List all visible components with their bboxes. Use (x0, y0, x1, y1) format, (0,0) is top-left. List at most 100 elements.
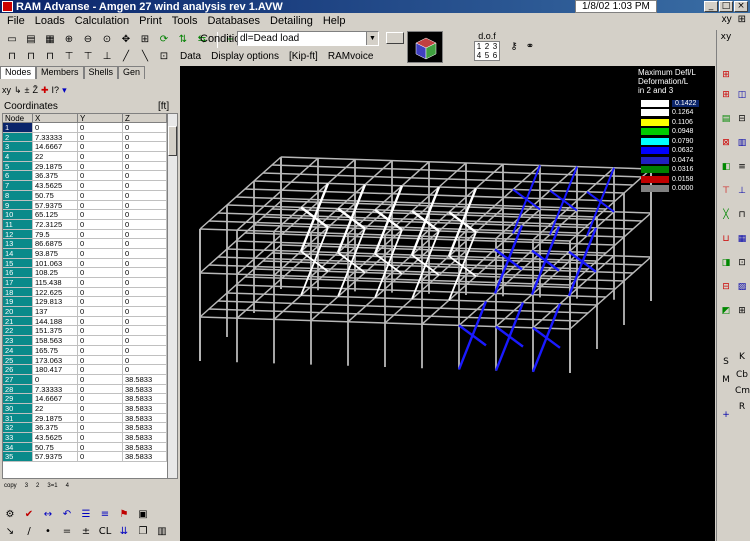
cell-y[interactable]: 0 (78, 326, 123, 336)
cell-node[interactable]: 16 (3, 268, 33, 277)
cell-z[interactable]: 0 (123, 190, 167, 200)
condition-select[interactable]: dl=Dead load ▼ (237, 31, 379, 46)
beam[interactable] (532, 211, 615, 285)
frame-5-icon[interactable]: ⊤ (80, 49, 96, 65)
units-selector[interactable]: [Kip-ft] (289, 51, 318, 62)
cell-y[interactable]: 0 (78, 413, 123, 423)
cell-z[interactable]: 0 (123, 229, 167, 239)
cell-y[interactable]: 0 (78, 365, 123, 374)
cell-y[interactable]: 0 (78, 200, 123, 210)
grid-view-button[interactable]: ⊞ (738, 14, 746, 25)
zoom-in-icon[interactable]: ⊕ (61, 32, 77, 48)
copy-tool[interactable]: copy (4, 483, 17, 499)
table-row[interactable]: 19 129.813 0 0 (3, 297, 177, 308)
plus-minus-icon[interactable]: ± (25, 85, 30, 95)
toolbar-tool-icon[interactable]: ⊤ (719, 186, 733, 196)
member-2-icon[interactable]: ╲ (137, 49, 153, 65)
cell-x[interactable]: 0 (33, 374, 78, 384)
cell-node[interactable]: 18 (3, 287, 33, 297)
menu-detailing[interactable]: Detailing (265, 15, 318, 27)
toolbar-tool-icon[interactable]: ◫ (735, 90, 749, 100)
cell-y[interactable]: 0 (78, 287, 123, 297)
rotate-icon[interactable]: ⟳ (156, 32, 172, 48)
cell-x[interactable]: 14.6667 (33, 394, 78, 403)
cell-x[interactable]: 122.625 (33, 287, 78, 297)
menu-databases[interactable]: Databases (202, 15, 265, 27)
arrow-icon[interactable]: ↳ (14, 85, 22, 96)
cell-y[interactable]: 0 (78, 307, 123, 316)
cell-z[interactable]: 0 (123, 278, 167, 287)
dof-6[interactable]: 6 (491, 51, 499, 60)
cell-z[interactable]: 0 (123, 132, 167, 142)
cell-z[interactable]: 38.5833 (123, 374, 167, 384)
cell-z[interactable]: 0 (123, 297, 167, 307)
cell-x[interactable]: 165.75 (33, 345, 78, 355)
cell-x[interactable]: 29.1875 (33, 413, 78, 423)
list-icon[interactable]: ☰ (78, 506, 94, 522)
frame-3-icon[interactable]: ⊓ (42, 49, 58, 65)
view-cube[interactable] (407, 31, 443, 63)
brace[interactable] (458, 324, 487, 347)
xy-icon[interactable]: xy (719, 32, 733, 42)
cb-icon[interactable]: Cb (735, 370, 749, 380)
table-row[interactable]: 2 7.33333 0 0 (3, 132, 177, 143)
cell-y[interactable]: 0 (78, 268, 123, 277)
cell-node[interactable]: 13 (3, 239, 33, 248)
cell-x[interactable]: 151.375 (33, 326, 78, 336)
cell-x[interactable]: 29.1875 (33, 161, 78, 171)
grid-icon[interactable]: ⊞ (719, 70, 733, 80)
tool-3[interactable]: 3 (25, 483, 28, 499)
menu-file[interactable]: File (2, 15, 30, 27)
table-row[interactable]: 8 50.75 0 0 (3, 190, 177, 201)
condition-button[interactable] (386, 32, 404, 44)
r-icon[interactable]: R (735, 402, 749, 412)
beam[interactable] (199, 156, 282, 230)
cell-node[interactable]: 27 (3, 374, 33, 384)
dropdown-icon[interactable]: ▾ (62, 85, 67, 96)
lock-icon[interactable]: ⚷ (506, 38, 522, 54)
open-file-icon[interactable]: ▤ (23, 32, 39, 48)
divide-icon[interactable]: / (21, 523, 37, 539)
brace[interactable] (495, 325, 524, 348)
zoom-out-icon[interactable]: ⊖ (80, 32, 96, 48)
cell-z[interactable]: 0 (123, 355, 167, 365)
toolbar-tool-icon[interactable]: ⊞ (735, 306, 749, 316)
cell-z[interactable]: 0 (123, 161, 167, 171)
dof-5[interactable]: 5 (483, 51, 491, 60)
cell-y[interactable]: 0 (78, 239, 123, 248)
cell-x[interactable]: 108.25 (33, 268, 78, 277)
down-icon[interactable]: ⇊ (116, 523, 132, 539)
cell-z[interactable]: 0 (123, 287, 167, 297)
tab-nodes[interactable]: Nodes (0, 66, 37, 79)
cell-y[interactable]: 0 (78, 452, 123, 462)
cell-z[interactable]: 0 (123, 248, 167, 258)
cell-node[interactable]: 34 (3, 442, 33, 452)
toolbar-tool-icon[interactable]: ⊔ (719, 234, 733, 244)
cell-z[interactable]: 0 (123, 152, 167, 161)
z-icon[interactable]: Ž (33, 85, 39, 95)
dof-2[interactable]: 2 (483, 42, 491, 51)
cell-y[interactable]: 0 (78, 219, 123, 229)
col-x[interactable]: X (33, 114, 78, 123)
col-node[interactable]: Node (3, 114, 33, 123)
toolbar-tool-icon[interactable]: ▨ (735, 282, 749, 292)
cell-y[interactable]: 0 (78, 229, 123, 239)
cell-y[interactable]: 0 (78, 190, 123, 200)
cell-z[interactable]: 0 (123, 268, 167, 277)
table-row[interactable]: 17 115.438 0 0 (3, 278, 177, 288)
cell-node[interactable]: 28 (3, 384, 33, 394)
cell-node[interactable]: 25 (3, 355, 33, 365)
xy-view-button[interactable]: xy (722, 14, 732, 25)
copy-icon[interactable]: ❐ (135, 523, 151, 539)
menu-loads[interactable]: Loads (30, 15, 70, 27)
cell-x[interactable]: 43.5625 (33, 433, 78, 442)
table-row[interactable]: 3 14.6667 0 0 (3, 142, 177, 153)
member-icon[interactable]: ╱ (118, 49, 134, 65)
cell-z[interactable]: 0 (123, 239, 167, 248)
cell-node[interactable]: 12 (3, 229, 33, 239)
cell-node[interactable]: 32 (3, 423, 33, 432)
cell-z[interactable]: 0 (123, 171, 167, 181)
table-row[interactable]: 7 43.5625 0 0 (3, 181, 177, 191)
table-row[interactable]: 11 72.3125 0 0 (3, 219, 177, 230)
data-tab[interactable]: Data (180, 51, 201, 62)
